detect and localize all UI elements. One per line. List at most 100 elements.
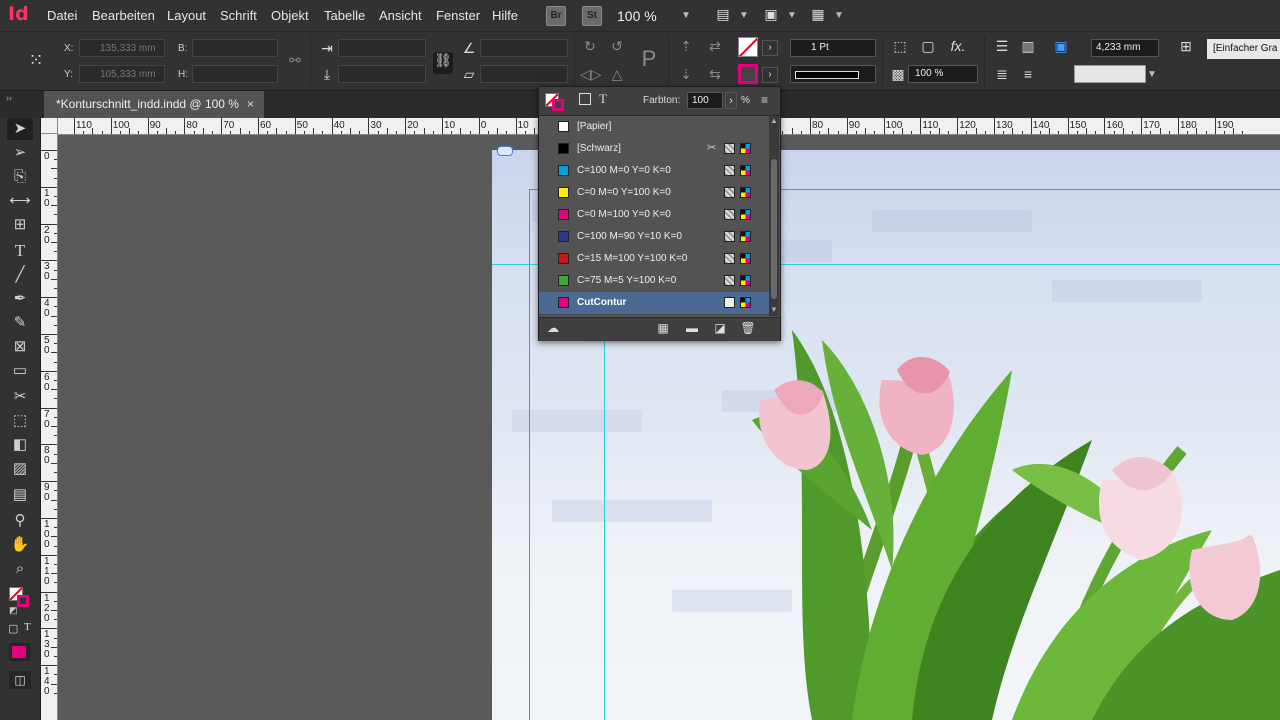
menu-fenster[interactable]: Fenster — [436, 8, 480, 23]
swatch-row[interactable]: [Papier] — [539, 116, 769, 139]
screen-mode-icon[interactable]: ◫ — [9, 671, 31, 689]
swatch-row[interactable]: CutContur — [539, 292, 769, 315]
y-position-field[interactable]: 105,333 mm — [79, 65, 165, 83]
stroke-weight-field[interactable]: 1 Pt — [790, 39, 876, 57]
stock-button[interactable]: St — [582, 6, 602, 26]
new-swatch-icon[interactable]: ◪ — [710, 321, 730, 335]
select-container-icon[interactable]: ⇡ — [676, 38, 696, 55]
swatch-chevron-down-icon[interactable]: ▼ — [1147, 69, 1157, 80]
view-options-icon[interactable]: ▤ — [713, 6, 733, 23]
show-swatch-kinds-icon[interactable]: ▦ — [653, 321, 673, 335]
swatch-scrollbar-thumb[interactable] — [771, 159, 777, 299]
rotation-field[interactable] — [480, 39, 568, 57]
effects-fx-icon[interactable]: fx. — [947, 38, 969, 54]
view-chevron-down-icon[interactable]: ▼ — [739, 10, 749, 21]
fill-none-swatch[interactable] — [738, 37, 758, 57]
apply-color-button[interactable] — [9, 643, 31, 661]
delete-swatch-icon[interactable]: 🗑 — [738, 321, 758, 335]
pencil-tool-icon[interactable]: ✎ — [7, 312, 33, 334]
screen-mode-icon[interactable]: ▣ — [761, 6, 781, 23]
offset-field[interactable]: 4,233 mm — [1091, 39, 1159, 57]
link-icon[interactable]: ⛓ — [433, 52, 453, 74]
default-colors-icon[interactable]: ◩ — [9, 605, 19, 615]
eyedropper-tool-icon[interactable]: ⚲ — [7, 510, 33, 532]
hand-tool-icon[interactable]: ✋ — [7, 534, 33, 556]
scissors-tool-icon[interactable]: ✂ — [7, 386, 33, 408]
stroke-type-select[interactable] — [790, 65, 876, 83]
gradient-feather-tool-icon[interactable]: ▨ — [7, 458, 33, 480]
swatch-row[interactable]: [Schwarz] ✂ — [539, 138, 769, 161]
line-tool-icon[interactable]: ╱ — [7, 264, 33, 286]
zoom-level[interactable]: 100 % — [617, 8, 657, 24]
selection-tool-icon[interactable]: ➤ — [7, 118, 33, 140]
height-field[interactable] — [192, 65, 278, 83]
new-color-group-icon[interactable]: ▬ — [682, 321, 702, 335]
swatch-row[interactable]: C=0 M=100 Y=0 K=0 — [539, 204, 769, 227]
swatch-row[interactable]: C=75 M=5 Y=100 K=0 — [539, 270, 769, 293]
gap-tool-icon[interactable]: ⟷ — [7, 190, 33, 212]
formatting-text-icon[interactable]: T — [599, 91, 607, 107]
constrain-proportions-icon[interactable]: ⚯ — [286, 52, 304, 69]
object-frame-icon[interactable]: ⬚ — [890, 38, 910, 55]
select-previous-icon[interactable]: ⇄ — [704, 38, 726, 55]
object-style-select[interactable]: [Einfacher Gra — [1207, 39, 1280, 59]
direct-selection-tool-icon[interactable]: ➢ — [7, 142, 33, 164]
flip-horizontal-icon[interactable]: ◁▷ — [580, 66, 602, 83]
menu-objekt[interactable]: Objekt — [271, 8, 309, 23]
scroll-up-icon[interactable]: ▲ — [770, 116, 778, 125]
rotate-ccw-icon[interactable]: ↺ — [607, 38, 627, 55]
formatting-text-icon[interactable]: T — [24, 621, 31, 633]
stroke-menu-chevron-icon[interactable]: › — [762, 67, 778, 83]
auto-fit-icon[interactable]: ▣ — [1050, 38, 1072, 55]
arrange-chevron-down-icon[interactable]: ▼ — [834, 10, 844, 21]
menu-ansicht[interactable]: Ansicht — [379, 8, 422, 23]
rectangle-tool-icon[interactable]: ▭ — [7, 360, 33, 382]
menu-datei[interactable]: Datei — [47, 8, 77, 23]
tint-field[interactable]: 100 — [687, 92, 723, 109]
menu-schrift[interactable]: Schrift — [220, 8, 257, 23]
pen-tool-icon[interactable]: ✒ — [7, 288, 33, 310]
opacity-field[interactable]: 100 % — [908, 65, 978, 83]
frame-link-icon[interactable] — [497, 146, 513, 156]
select-next-icon[interactable]: ⇆ — [704, 66, 726, 83]
close-tab-icon[interactable]: × — [247, 91, 254, 118]
color-swatch-select[interactable] — [1074, 65, 1146, 83]
type-tool-icon[interactable]: T — [7, 240, 33, 262]
document-tab[interactable]: *Konturschnitt_indd.indd @ 100 % × — [44, 91, 264, 118]
cc-libraries-icon[interactable]: ☁ — [543, 321, 563, 335]
rotate-cw-icon[interactable]: ↻ — [580, 38, 600, 55]
swatch-row[interactable]: C=100 M=0 Y=0 K=0 — [539, 160, 769, 183]
text-wrap-none-icon[interactable]: ☰ — [992, 38, 1012, 55]
scale-y-field[interactable] — [338, 65, 426, 83]
width-field[interactable] — [192, 39, 278, 57]
shear-field[interactable] — [480, 65, 568, 83]
formatting-container-icon[interactable]: ▢ — [8, 622, 18, 635]
arrange-documents-icon[interactable]: ▦ — [808, 6, 828, 23]
panel-stroke-indicator[interactable] — [552, 99, 564, 111]
content-collector-tool-icon[interactable]: ⊞ — [7, 214, 33, 236]
formatting-container-icon[interactable] — [579, 93, 591, 105]
menu-tabelle[interactable]: Tabelle — [324, 8, 365, 23]
collapse-panels-icon[interactable]: ›› — [6, 93, 12, 103]
reference-point-icon[interactable]: ⁙ — [24, 50, 48, 71]
scroll-down-icon[interactable]: ▼ — [770, 305, 778, 314]
menu-hilfe[interactable]: Hilfe — [492, 8, 518, 23]
vertical-ruler[interactable]: 0 10 20 30 40 50 60 70 80 90 100 110 120 130 140 — [41, 134, 58, 720]
menu-bearbeiten[interactable]: Bearbeiten — [92, 8, 155, 23]
rectangle-frame-tool-icon[interactable]: ⊠ — [7, 336, 33, 358]
gradient-swatch-tool-icon[interactable]: ◧ — [7, 434, 33, 456]
swatch-row[interactable]: C=0 M=0 Y=100 K=0 — [539, 182, 769, 205]
text-wrap-jump-icon[interactable]: ≡ — [1018, 66, 1038, 82]
stroke-color-swatch[interactable] — [738, 64, 758, 84]
drop-shadow-icon[interactable]: ▢ — [918, 38, 938, 55]
panel-menu-icon[interactable]: ≡ — [761, 93, 768, 107]
free-transform-tool-icon[interactable]: ⬚ — [7, 410, 33, 432]
menu-layout[interactable]: Layout — [167, 8, 206, 23]
x-position-field[interactable]: 135,333 mm — [79, 39, 165, 57]
scale-x-field[interactable] — [338, 39, 426, 57]
flip-vertical-icon[interactable]: △ — [607, 66, 627, 83]
screen-chevron-down-icon[interactable]: ▼ — [787, 10, 797, 21]
fill-menu-chevron-icon[interactable]: › — [762, 40, 778, 56]
swatch-row[interactable]: C=100 M=90 Y=10 K=0 — [539, 226, 769, 249]
ruler-origin[interactable] — [41, 118, 58, 134]
